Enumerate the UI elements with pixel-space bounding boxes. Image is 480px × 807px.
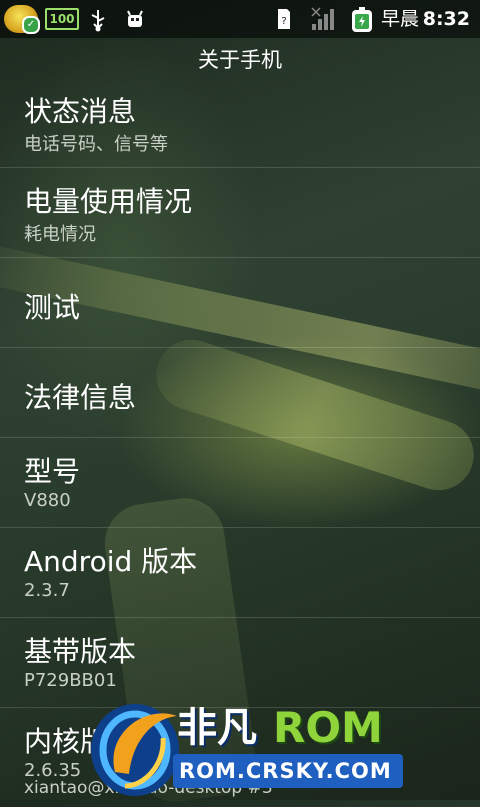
list-item-battery-use[interactable]: 电量使用情况 耗电情况 <box>0 168 480 258</box>
charging-icon <box>350 7 374 33</box>
page-title: 关于手机 <box>198 48 282 72</box>
list-item-android-version[interactable]: Android 版本 2.3.7 <box>0 528 480 618</box>
item-sub: 耗电情况 <box>24 224 96 245</box>
watermark-logo: 非凡 ROM ROM.CRSKY.COM <box>85 694 405 800</box>
item-label: 型号 <box>24 455 81 488</box>
usb-icon <box>88 8 108 34</box>
item-sub: 电话号码、信号等 <box>24 134 168 155</box>
check-icon: ✓ <box>22 16 40 34</box>
clock: 8:32 <box>422 8 470 30</box>
item-label: 法律信息 <box>24 381 137 414</box>
item-sub: 2.3.7 <box>24 580 70 601</box>
settings-list: 状态消息 电话号码、信号等 电量使用情况 耗电情况 测试 法律信息 型号 V88… <box>0 78 480 798</box>
list-item-test[interactable]: 测试 <box>0 258 480 348</box>
item-label: 基带版本 <box>24 635 137 668</box>
item-label: 状态消息 <box>24 95 137 128</box>
watermark-brand: 非凡 <box>177 705 257 751</box>
debug-icon <box>124 9 146 35</box>
battery-icon: 100 <box>45 8 79 30</box>
status-bar: ✓ 100 ? 早晨 8:32 <box>0 0 480 38</box>
list-item-legal[interactable]: 法律信息 <box>0 348 480 438</box>
list-item-status[interactable]: 状态消息 电话号码、信号等 <box>0 78 480 168</box>
svg-text:?: ? <box>281 16 286 27</box>
item-label: Android 版本 <box>24 545 198 578</box>
watermark-rom: ROM <box>273 703 383 752</box>
sim-icon: ? <box>276 7 292 33</box>
item-label: 测试 <box>24 291 81 324</box>
item-sub: P729BB01 <box>24 670 117 691</box>
signal-icon <box>310 6 336 32</box>
watermark-site: ROM.CRSKY.COM <box>179 759 392 783</box>
app-badge-icon: ✓ <box>4 5 40 34</box>
item-sub: V880 <box>24 490 71 511</box>
list-item-model[interactable]: 型号 V880 <box>0 438 480 528</box>
time-period: 早晨 <box>381 8 420 30</box>
item-label: 电量使用情况 <box>24 185 193 218</box>
